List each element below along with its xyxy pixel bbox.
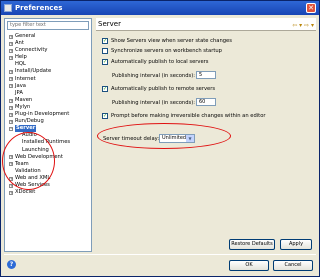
tree-item-label: HQL <box>15 61 26 68</box>
tree-item[interactable]: Audio <box>5 132 92 139</box>
tree-item-label: Validation <box>15 167 41 174</box>
tree-item[interactable]: + Help <box>5 54 92 61</box>
page-title-text: Server <box>98 20 121 28</box>
expand-icon[interactable]: + <box>9 176 13 181</box>
expand-icon[interactable]: + <box>9 41 13 46</box>
tree-item[interactable]: Installed Runtimes <box>5 139 92 146</box>
tree-item-label: Internet <box>15 75 36 82</box>
publish-interval-local-input[interactable]: 5 <box>196 71 216 79</box>
tree-item[interactable]: + Ant <box>5 40 92 47</box>
tree-item-label: Mylyn <box>15 103 31 110</box>
tree-item[interactable]: + Web Development <box>5 154 92 161</box>
tree-item-label: Web and XML <box>15 174 51 181</box>
checkbox-checked-icon[interactable]: ✓ <box>102 59 108 65</box>
tree-item-label: Audio <box>22 132 37 139</box>
cancel-button[interactable]: Cancel <box>273 260 313 271</box>
tree-item[interactable]: + Mylyn <box>5 104 92 111</box>
restore-defaults-button[interactable]: Restore Defaults <box>229 239 275 250</box>
close-icon[interactable]: ✕ <box>306 3 316 13</box>
tree-item-label: Web Services <box>15 181 50 188</box>
timeout-value: Unlimited <box>162 135 187 141</box>
tree-item[interactable]: + Install/Update <box>5 68 92 75</box>
expand-icon[interactable]: + <box>9 183 13 188</box>
expand-icon[interactable]: + <box>9 105 13 110</box>
server-page: Server ⇦ ▾ ⇨ ▾ ✓ Show Servers view when … <box>96 18 316 252</box>
publish-interval-remote-input[interactable]: 60 <box>196 98 216 106</box>
timeout-label: Server timeout delay: <box>103 136 160 142</box>
expand-icon[interactable]: + <box>9 70 13 75</box>
expand-icon[interactable]: + <box>9 162 13 167</box>
option-label: Automatically publish to remote servers <box>111 86 216 92</box>
divider <box>4 254 316 255</box>
tree-item-label: Connectivity <box>15 47 48 54</box>
filter-input[interactable]: type filter text <box>7 21 89 30</box>
tree-item[interactable]: + Run/Debug <box>5 118 92 125</box>
timeout-select[interactable]: Unlimited ▼ <box>159 134 195 143</box>
tree-item-label: Installed Runtimes <box>22 139 71 146</box>
tree-item-label: Install/Update <box>15 68 52 75</box>
tree-item-label: Plug-in Development <box>15 111 70 118</box>
option-label: Automatically publish to local servers <box>111 59 209 65</box>
tree-item[interactable]: + Java <box>5 83 92 90</box>
app-icon <box>4 4 12 12</box>
tree-item[interactable]: + Team <box>5 161 92 168</box>
page-title: Server ⇦ ▾ ⇨ ▾ <box>96 18 316 31</box>
expand-icon[interactable]: + <box>9 84 13 89</box>
tree-item[interactable]: HQL <box>5 61 92 68</box>
tree-item-label: Web Development <box>15 153 63 160</box>
preferences-window: Preferences ✕ type filter text + General +… <box>0 0 320 277</box>
publish-interval-remote-label: Publishing interval (in seconds): <box>112 100 195 106</box>
tree-item[interactable]: Validation <box>5 168 92 175</box>
expand-icon[interactable]: + <box>9 56 13 61</box>
expand-icon[interactable]: + <box>9 77 13 82</box>
checkbox-checked-icon[interactable]: ✓ <box>102 38 108 44</box>
tree-item[interactable]: + Web Services <box>5 182 92 189</box>
expand-icon[interactable]: + <box>9 155 13 160</box>
option-label: Synchronize servers on workbench startup <box>111 48 222 54</box>
tree-item-label: Ant <box>15 40 24 47</box>
expand-icon[interactable]: + <box>9 190 13 195</box>
tree-item[interactable]: JPA <box>5 90 92 97</box>
window-title: Preferences <box>15 4 63 12</box>
publish-interval-local-label: Publishing interval (in seconds): <box>112 73 195 79</box>
tree-item[interactable]: + General <box>5 33 92 40</box>
tree-item-label: Server <box>15 125 37 133</box>
checkbox-checked-icon[interactable]: ✓ <box>102 113 108 119</box>
tree-item[interactable]: + Internet <box>5 76 92 83</box>
help-icon[interactable]: ? <box>7 260 16 269</box>
tree-item-label: Run/Debug <box>15 118 44 125</box>
expand-icon[interactable]: + <box>9 119 13 124</box>
checkbox-unchecked-icon[interactable] <box>102 48 108 54</box>
collapse-icon[interactable]: − <box>9 127 13 132</box>
expand-icon[interactable]: + <box>9 48 13 53</box>
tree-item[interactable]: + Web and XML <box>5 175 92 182</box>
tree-item[interactable]: + Connectivity <box>5 47 92 54</box>
chevron-down-icon[interactable]: ▼ <box>186 135 194 142</box>
title-bar: Preferences ✕ <box>1 1 319 15</box>
tree-item-label: XDoclet <box>15 189 36 196</box>
preference-tree: + General + Ant + Connectivity + Help HQL + Instal… <box>5 33 92 196</box>
tree-item-label: Launching <box>22 146 49 153</box>
tree-item-label: Maven <box>15 96 33 103</box>
tree-item[interactable]: + Maven <box>5 97 92 104</box>
tree-item[interactable]: Launching <box>5 147 92 154</box>
expand-icon[interactable]: + <box>9 34 13 39</box>
expand-icon[interactable]: + <box>9 112 13 117</box>
preference-tree-pane: type filter text + General + Ant + Connectivi… <box>4 18 92 252</box>
tree-item-label: Java <box>15 82 26 89</box>
checkbox-checked-icon[interactable]: ✓ <box>102 86 108 92</box>
tree-item-label: Help <box>15 54 27 61</box>
tree-item[interactable]: + XDoclet <box>5 189 92 196</box>
tree-item[interactable]: + Plug-in Development <box>5 111 92 118</box>
tree-item-label: JPA <box>15 89 23 96</box>
apply-button[interactable]: Apply <box>280 239 312 250</box>
option-label: Show Servers view when server state chan… <box>111 38 232 44</box>
tree-item-label: General <box>15 33 36 39</box>
tree-item[interactable]: − Server <box>5 125 92 133</box>
ok-button[interactable]: OK <box>229 260 269 271</box>
tree-item-label: Team <box>15 160 29 167</box>
navigation-arrows-icon[interactable]: ⇦ ▾ ⇨ ▾ <box>292 20 314 32</box>
expand-icon[interactable]: + <box>9 98 13 103</box>
option-label: Prompt before making irreversible change… <box>111 113 266 119</box>
